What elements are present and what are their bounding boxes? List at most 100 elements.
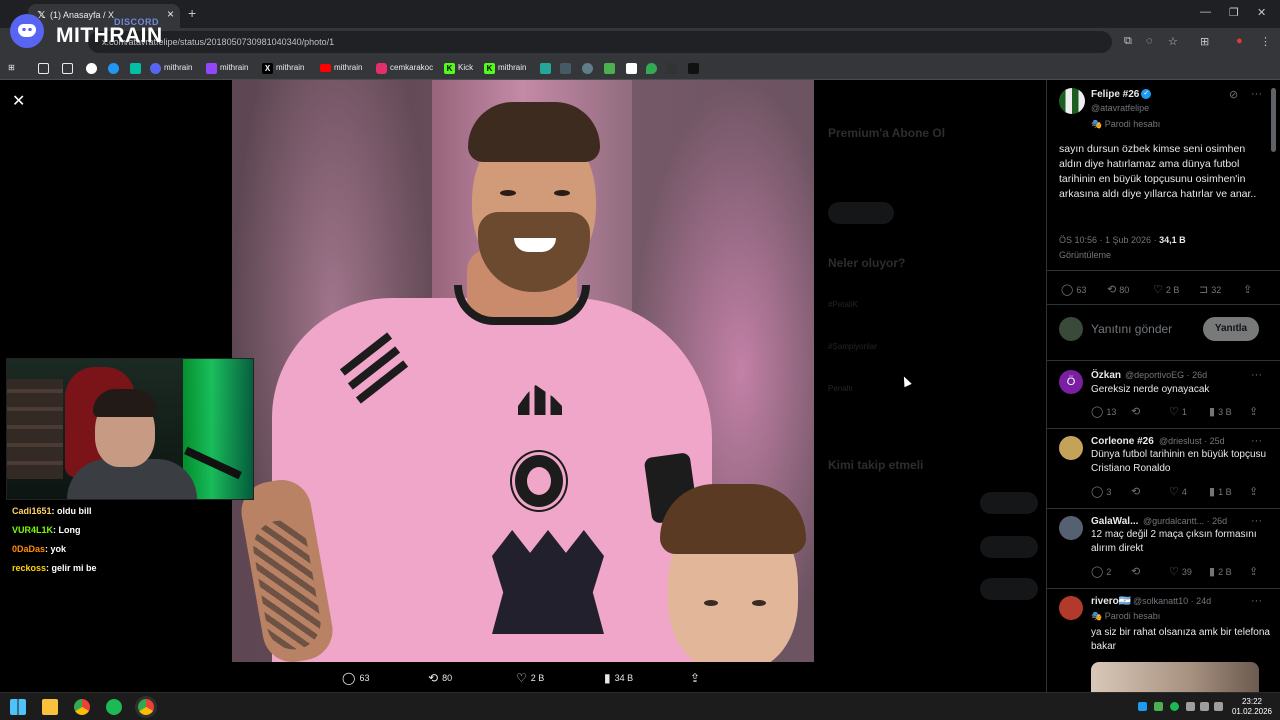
- cast-icon[interactable]: ⧉: [1124, 35, 1132, 48]
- bookmark-mithrain-x[interactable]: Xmithrain: [262, 61, 304, 75]
- taskbar-clock[interactable]: 23:22 01.02.2026: [1232, 697, 1272, 717]
- chrome-icon[interactable]: [138, 699, 154, 715]
- url-field[interactable]: x.com/atavratfelipe/status/2018050730981…: [88, 31, 1112, 53]
- menu-icon[interactable]: ⋮: [1260, 35, 1271, 48]
- author-avatar[interactable]: [1059, 88, 1085, 114]
- folder-icon[interactable]: [38, 61, 49, 75]
- bookmark-icon[interactable]: [688, 61, 699, 75]
- bookmark-icon[interactable]: [666, 61, 677, 75]
- views-stat[interactable]: ▮ 3 B: [1209, 405, 1232, 418]
- bookmark-icon[interactable]: [86, 61, 97, 75]
- close-icon[interactable]: ✕: [12, 91, 25, 111]
- volume-icon[interactable]: [1214, 702, 1223, 711]
- more-icon[interactable]: ···: [1251, 435, 1262, 447]
- spotify-tray-icon[interactable]: [1170, 702, 1179, 711]
- author-handle[interactable]: @atavratfelipe: [1091, 103, 1149, 113]
- repost-stat[interactable]: ⟲: [1131, 405, 1140, 418]
- like-action[interactable]: ♡ 2 B: [516, 671, 544, 685]
- reply-stat[interactable]: ◯ 13: [1091, 405, 1116, 418]
- reply-author-name[interactable]: rivero🇦🇷: [1091, 596, 1131, 607]
- repost-stat[interactable]: ⟲ 80: [1107, 283, 1129, 296]
- repost-action[interactable]: ⟲ 80: [428, 671, 452, 685]
- maps-icon[interactable]: [646, 61, 657, 75]
- reply-stat[interactable]: ◯ 2: [1091, 565, 1111, 578]
- bookmark-icon[interactable]: [130, 61, 141, 75]
- views-stat[interactable]: ▮ 2 B: [1209, 565, 1232, 578]
- reply-author-handle[interactable]: @drieslust · 25d: [1159, 436, 1225, 446]
- share-stat[interactable]: ⇪: [1243, 283, 1252, 296]
- bookmark-icon[interactable]: [560, 61, 571, 75]
- new-tab-button[interactable]: +: [188, 5, 196, 21]
- bookmark-icon[interactable]: [582, 61, 593, 75]
- reply-media[interactable]: [1091, 662, 1259, 692]
- more-icon[interactable]: ···: [1251, 88, 1262, 100]
- network-icon[interactable]: [1186, 702, 1195, 711]
- folder-icon[interactable]: [62, 61, 73, 75]
- apps-icon[interactable]: ⊞: [8, 61, 15, 75]
- tray-icon[interactable]: [1138, 702, 1147, 711]
- scrollbar[interactable]: [1271, 88, 1276, 152]
- share-stat[interactable]: ⇪: [1249, 405, 1258, 418]
- author-name[interactable]: Felipe #26 ✓: [1091, 89, 1152, 100]
- profile-icon[interactable]: ●: [1236, 35, 1243, 47]
- repost-stat[interactable]: ⟲: [1131, 565, 1140, 578]
- file-explorer-icon[interactable]: [42, 699, 58, 715]
- reply-input[interactable]: Yanıtını gönder: [1091, 322, 1172, 336]
- more-icon[interactable]: ···: [1251, 515, 1262, 527]
- share-stat[interactable]: ⇪: [1249, 485, 1258, 498]
- bookmark-icon[interactable]: [108, 61, 119, 75]
- bookmark-mithrain-discord[interactable]: mithrain: [150, 61, 192, 75]
- bookmark-mithrain-youtube[interactable]: mithrain: [320, 61, 362, 75]
- star-icon[interactable]: ☆: [1168, 35, 1178, 48]
- reply-avatar[interactable]: [1059, 596, 1083, 620]
- views-action[interactable]: ▮ 34 B: [604, 671, 633, 685]
- bookmark-kick[interactable]: K Kick: [444, 61, 473, 75]
- tray-icon[interactable]: [1154, 702, 1163, 711]
- reply-button[interactable]: Yanıtla: [1203, 317, 1259, 341]
- bookmark-icon[interactable]: [540, 61, 551, 75]
- like-stat[interactable]: ♡ 39: [1169, 565, 1192, 578]
- reply-author-handle[interactable]: @gurdalcantt... · 26d: [1143, 516, 1227, 526]
- close-window-button[interactable]: ✕: [1257, 6, 1266, 19]
- chrome-icon[interactable]: [74, 699, 90, 715]
- repost-stat[interactable]: ⟲: [1131, 485, 1140, 498]
- bookmark-mithrain-kick[interactable]: Kmithrain: [484, 61, 526, 75]
- like-stat[interactable]: ♡ 4: [1169, 485, 1187, 498]
- more-icon[interactable]: ···: [1251, 369, 1262, 381]
- tweet-photo[interactable]: [232, 80, 814, 662]
- bookmark-icon[interactable]: [604, 61, 615, 75]
- reply-icon: ◯: [1061, 284, 1074, 296]
- reply-stat[interactable]: ◯ 3: [1091, 485, 1111, 498]
- reply-author-handle[interactable]: @deportivoEG · 26d: [1125, 370, 1207, 380]
- reply-stat[interactable]: ◯ 63: [1061, 283, 1086, 296]
- reply-text: 12 maç değil 2 maça çıksın formasını alı…: [1091, 529, 1257, 554]
- minimize-button[interactable]: —: [1200, 6, 1211, 18]
- reply-avatar[interactable]: Ö: [1059, 370, 1083, 394]
- spotify-icon[interactable]: [106, 699, 122, 715]
- maximize-button[interactable]: ❐: [1229, 6, 1239, 19]
- reply-author-handle[interactable]: @solkanatt10 · 24d: [1133, 596, 1211, 606]
- windows-start-icon[interactable]: [10, 699, 26, 715]
- reply-avatar[interactable]: [1059, 516, 1083, 540]
- reply-avatar[interactable]: [1059, 436, 1083, 460]
- trend-item: #PetaliK: [828, 300, 858, 309]
- battery-icon[interactable]: [1200, 702, 1209, 711]
- reply-author-name[interactable]: Özkan: [1091, 370, 1121, 381]
- reply-author-name[interactable]: Corleone #26: [1091, 436, 1154, 447]
- grok-icon[interactable]: ⊘: [1229, 88, 1238, 101]
- eye-off-icon[interactable]: ◌: [1146, 35, 1153, 47]
- more-icon[interactable]: ···: [1251, 595, 1262, 607]
- share-action[interactable]: ⇪: [690, 671, 700, 685]
- bookmark-icon[interactable]: [626, 61, 637, 75]
- views-stat[interactable]: ▮ 1 B: [1209, 485, 1232, 498]
- like-stat[interactable]: ♡ 1: [1169, 405, 1187, 418]
- reply-author-name[interactable]: GalaWal...: [1091, 516, 1138, 527]
- bookmark-cemkarakoc-instagram[interactable]: cemkarakoc: [376, 61, 433, 75]
- like-stat[interactable]: ♡ 2 B: [1153, 283, 1179, 296]
- bookmark-mithrain-twitch[interactable]: mithrain: [206, 61, 248, 75]
- extensions-icon[interactable]: ⊞: [1200, 35, 1209, 48]
- reply-action[interactable]: ◯ 63: [342, 671, 369, 685]
- bookmark-stat[interactable]: ⊐ 32: [1199, 283, 1221, 296]
- webcam-overlay: [6, 358, 254, 500]
- share-stat[interactable]: ⇪: [1249, 565, 1258, 578]
